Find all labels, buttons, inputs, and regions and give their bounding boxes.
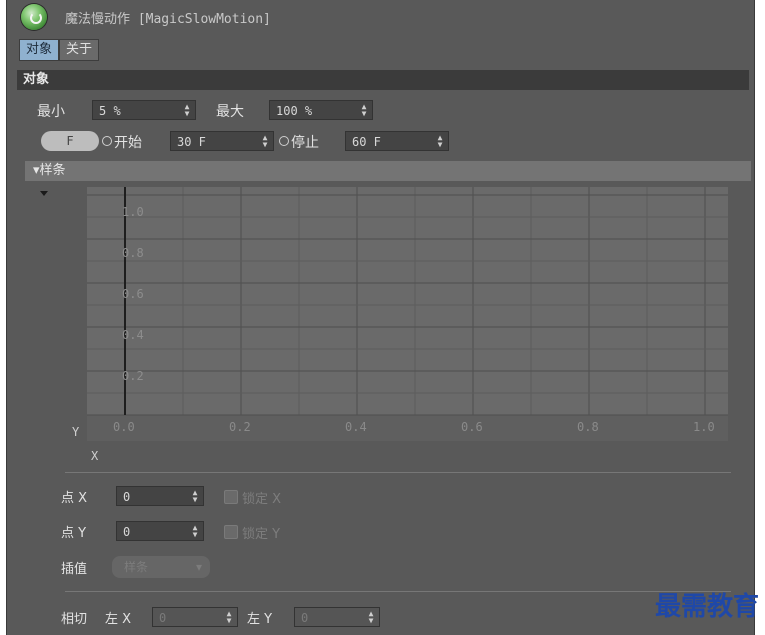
y-tick-label: 0.8 (122, 246, 144, 260)
left-y-field[interactable]: 0 ▲ ▼ (294, 607, 380, 627)
point-x-field[interactable]: 0 ▲ ▼ (116, 486, 204, 506)
max-label: 最大 (216, 104, 244, 120)
spinner-icon[interactable]: ▲ ▼ (436, 134, 444, 149)
min-value: 5 % (99, 104, 121, 118)
stop-field[interactable]: 60 F ▲ ▼ (345, 131, 449, 151)
x-tick-label: 0.4 (345, 420, 367, 434)
spinner-icon[interactable]: ▲ ▼ (183, 103, 191, 118)
max-field[interactable]: 100 % ▲ ▼ (269, 100, 373, 120)
max-value: 100 % (276, 104, 313, 118)
graph-grid (87, 187, 728, 441)
lock-y-label: 锁定 Y (242, 527, 281, 542)
start-label: 开始 (114, 135, 142, 151)
point-x-value: 0 (123, 490, 131, 504)
divider (65, 472, 731, 473)
start-value: 30 F (177, 135, 206, 149)
spline-section-header[interactable]: ▾样条 (25, 161, 751, 181)
spinner-icon[interactable]: ▲ ▼ (191, 489, 199, 504)
interpolation-label: 插值 (61, 562, 88, 577)
spinner-icon[interactable]: ▲ ▼ (261, 134, 269, 149)
interpolation-value: 样条 (124, 560, 149, 574)
left-y-label: 左 Y (247, 612, 273, 627)
y-axis-label: Y (72, 425, 80, 439)
lock-x-label: 锁定 X (242, 492, 282, 507)
x-tick-label: 0.0 (113, 420, 135, 434)
section-header-object: 对象 (17, 70, 749, 90)
x-axis-label: X (91, 449, 99, 463)
min-field[interactable]: 5 % ▲ ▼ (92, 100, 196, 120)
point-y-label: 点 Y (61, 526, 87, 541)
divider (65, 591, 731, 592)
point-y-value: 0 (123, 525, 131, 539)
x-tick-label: 0.6 (461, 420, 483, 434)
stop-label: 停止 (291, 135, 319, 151)
watermark: 最需教育 (654, 592, 759, 622)
spline-graph[interactable] (87, 187, 728, 441)
spline-editor[interactable]: 1.0 0.8 0.6 0.4 0.2 0.0 0.2 0.4 0.6 0.8 1.0 (87, 187, 728, 441)
plugin-panel: 魔法慢动作 [MagicSlowMotion] 对象 关于 对象 最小 5 % … (6, 0, 755, 635)
expand-arrow-icon[interactable] (40, 191, 48, 196)
title-bar: 魔法慢动作 [MagicSlowMotion] (7, 0, 754, 34)
lock-x-checkbox[interactable] (224, 490, 238, 504)
x-tick-label: 0.8 (577, 420, 599, 434)
start-radio[interactable] (102, 136, 112, 146)
stop-value: 60 F (352, 135, 381, 149)
x-tick-label: 1.0 (693, 420, 715, 434)
tab-bar: 对象 关于 (19, 39, 100, 61)
min-label: 最小 (37, 104, 65, 120)
point-x-label: 点 X (61, 491, 88, 506)
y-tick-label: 0.4 (122, 328, 144, 342)
y-tick-label: 0.2 (122, 369, 144, 383)
start-field[interactable]: 30 F ▲ ▼ (170, 131, 274, 151)
point-y-field[interactable]: 0 ▲ ▼ (116, 521, 204, 541)
chevron-down-icon: ▾ (195, 560, 202, 574)
keyframe-f-button[interactable]: F (41, 131, 99, 151)
spinner-icon[interactable]: ▲ ▼ (225, 610, 233, 625)
left-x-value: 0 (159, 611, 167, 625)
tab-about[interactable]: 关于 (59, 39, 100, 61)
plugin-logo-icon (21, 4, 47, 30)
x-tick-label: 0.2 (229, 420, 251, 434)
spinner-icon[interactable]: ▲ ▼ (360, 103, 368, 118)
lock-y-checkbox[interactable] (224, 525, 238, 539)
spinner-icon[interactable]: ▲ ▼ (191, 524, 199, 539)
window-title: 魔法慢动作 [MagicSlowMotion] (65, 12, 271, 27)
tangent-label: 相切 (61, 612, 88, 627)
spinner-icon[interactable]: ▲ ▼ (367, 610, 375, 625)
stop-radio[interactable] (279, 136, 289, 146)
left-x-label: 左 X (105, 612, 132, 627)
interpolation-dropdown[interactable]: 样条 ▾ (112, 556, 210, 578)
y-tick-label: 0.6 (122, 287, 144, 301)
y-tick-label: 1.0 (122, 205, 144, 219)
left-x-field[interactable]: 0 ▲ ▼ (152, 607, 238, 627)
left-y-value: 0 (301, 611, 309, 625)
x-axis-band (87, 415, 728, 441)
tab-object[interactable]: 对象 (19, 39, 60, 61)
